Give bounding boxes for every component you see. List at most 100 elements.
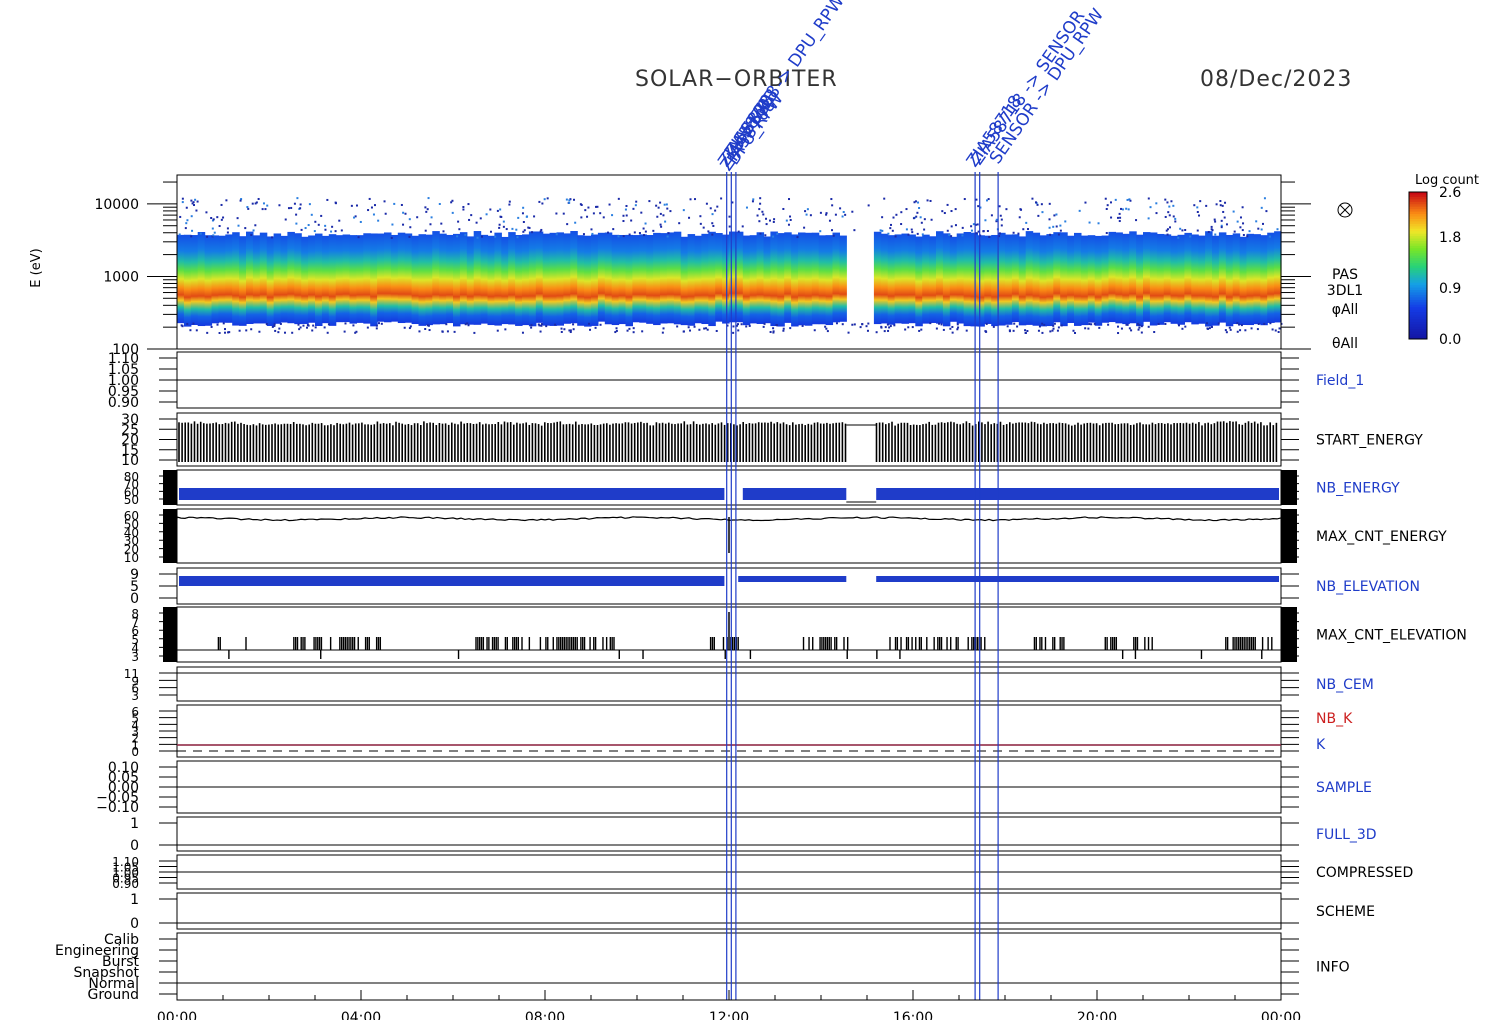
spectro-column bbox=[570, 231, 578, 324]
spectro-column bbox=[1032, 232, 1041, 326]
spectro-column bbox=[549, 232, 558, 326]
spectro-column bbox=[701, 233, 709, 325]
spectro-speckle bbox=[664, 220, 667, 223]
spectro-speckle bbox=[1263, 197, 1266, 200]
spectro-speckle bbox=[775, 323, 778, 326]
panel-name-label: NB_ELEVATION bbox=[1316, 579, 1420, 595]
spectro-speckle bbox=[1059, 224, 1062, 227]
spectro-speckle bbox=[560, 327, 563, 330]
spectro-column bbox=[328, 234, 337, 326]
spectro-speckle bbox=[1017, 232, 1020, 235]
spectro-speckle bbox=[533, 215, 536, 218]
time-tick-label: 00:00 bbox=[1261, 1010, 1301, 1020]
spectro-speckle bbox=[594, 326, 597, 329]
spectro-speckle bbox=[951, 331, 954, 334]
panel-max-cnt-elevation: 876543MAX_CNT_ELEVATION bbox=[131, 606, 1467, 664]
spectro-speckle bbox=[1220, 226, 1223, 229]
spectro-speckle bbox=[273, 324, 276, 327]
spectro-column bbox=[246, 231, 254, 324]
spectro-speckle bbox=[426, 208, 429, 211]
spectro-speckle bbox=[879, 229, 882, 232]
spectro-speckle bbox=[866, 329, 869, 332]
spectro-speckle bbox=[1155, 202, 1158, 205]
spectro-speckle bbox=[1019, 208, 1022, 211]
spectro-speckle bbox=[1233, 230, 1236, 233]
spectro-speckle bbox=[475, 221, 478, 224]
spectro-speckle bbox=[785, 219, 788, 222]
spectro-speckle bbox=[1117, 325, 1120, 328]
spectro-speckle bbox=[626, 329, 629, 332]
spectro-speckle bbox=[1138, 324, 1141, 327]
spectro-right-label: PAS bbox=[1332, 267, 1358, 283]
spectro-speckle bbox=[568, 201, 571, 204]
spectro-speckle bbox=[1106, 204, 1109, 207]
spectro-speckle bbox=[224, 331, 227, 334]
spectro-speckle bbox=[920, 221, 923, 224]
spectro-speckle bbox=[404, 212, 407, 215]
spectro-speckle bbox=[498, 226, 501, 229]
spectro-speckle bbox=[560, 330, 563, 333]
spectro-speckle bbox=[1049, 233, 1052, 236]
spectro-column bbox=[666, 232, 675, 324]
spectro-speckle bbox=[714, 209, 717, 212]
spectro-speckle bbox=[756, 214, 759, 217]
spectro-speckle bbox=[918, 329, 921, 332]
spectro-speckle bbox=[762, 213, 765, 216]
spectro-speckle bbox=[1246, 235, 1249, 238]
spectro-speckle bbox=[429, 223, 432, 226]
spectro-speckle bbox=[984, 219, 987, 222]
spectro-speckle bbox=[745, 206, 748, 209]
spectro-speckle bbox=[330, 230, 333, 233]
spectro-speckle bbox=[476, 236, 479, 239]
spectro-speckle bbox=[894, 235, 897, 238]
spectro-speckle bbox=[853, 323, 856, 326]
spectro-speckle bbox=[521, 212, 524, 215]
spectro-speckle bbox=[1236, 330, 1239, 333]
spectro-speckle bbox=[1052, 324, 1055, 327]
spectro-speckle bbox=[357, 236, 360, 239]
spectro-speckle bbox=[917, 201, 920, 204]
spectro-column bbox=[259, 232, 268, 324]
spectro-speckle bbox=[748, 324, 751, 327]
panel-frame bbox=[176, 704, 1282, 758]
spectro-speckle bbox=[1277, 330, 1280, 333]
spectro-speckle bbox=[456, 235, 459, 238]
spectro-speckle bbox=[1172, 215, 1175, 218]
spectro-speckle bbox=[546, 197, 549, 200]
spectro-speckle bbox=[428, 329, 431, 332]
spectro-speckle bbox=[759, 232, 762, 235]
spectro-speckle bbox=[667, 232, 670, 235]
spectro-speckle bbox=[847, 331, 850, 334]
spectro-speckle bbox=[891, 229, 894, 232]
spectro-speckle bbox=[961, 226, 964, 229]
spectro-speckle bbox=[789, 327, 792, 330]
spectro-speckle bbox=[287, 207, 290, 210]
spectro-speckle bbox=[599, 212, 602, 215]
spectro-speckle bbox=[834, 213, 837, 216]
spectro-column bbox=[791, 234, 799, 327]
spectro-speckle bbox=[1179, 227, 1182, 230]
spectro-speckle bbox=[659, 223, 662, 226]
spectro-speckle bbox=[373, 204, 376, 207]
spectro-column bbox=[225, 234, 233, 323]
spectro-speckle bbox=[1205, 204, 1208, 207]
spectro-speckle bbox=[985, 322, 988, 325]
panel-second-label: K bbox=[1316, 737, 1326, 753]
spectro-speckle bbox=[941, 210, 944, 213]
spectro-speckle bbox=[948, 234, 951, 237]
panel-name-label: COMPRESSED bbox=[1316, 865, 1413, 881]
spectro-speckle bbox=[887, 232, 890, 235]
spectro-column bbox=[956, 233, 965, 324]
spectro-speckle bbox=[831, 229, 834, 232]
panel-name-label: FULL_3D bbox=[1316, 827, 1377, 843]
spectro-speckle bbox=[1236, 220, 1239, 223]
spectro-speckle bbox=[1006, 325, 1009, 328]
spectro-speckle bbox=[1129, 199, 1132, 202]
spectro-column bbox=[632, 235, 640, 323]
spectro-speckle bbox=[213, 231, 216, 234]
spectro-speckle bbox=[1128, 327, 1131, 330]
spectro-speckle bbox=[1031, 197, 1034, 200]
spectro-speckle bbox=[851, 210, 854, 213]
spectro-speckle bbox=[1166, 228, 1169, 231]
spectro-speckle bbox=[659, 201, 662, 204]
